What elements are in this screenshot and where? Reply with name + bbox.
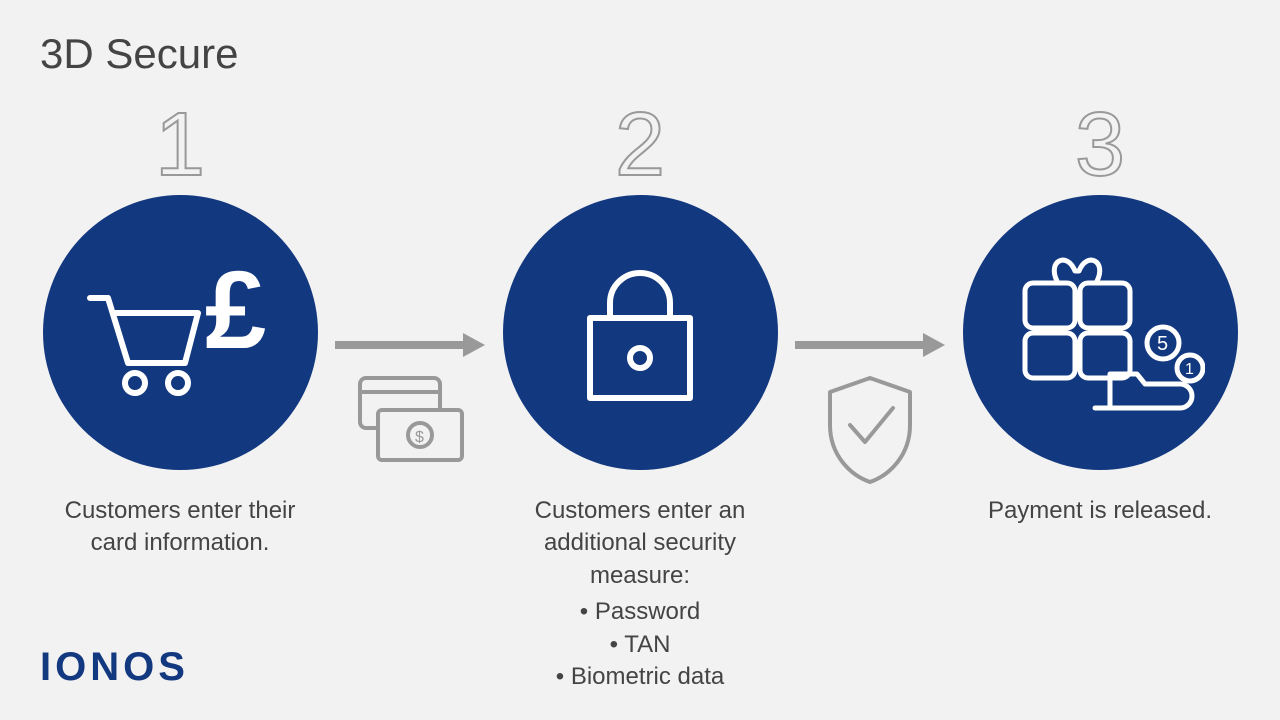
step-3-circle: 5 1 bbox=[963, 195, 1238, 470]
bullet-biometric: Biometric data bbox=[556, 661, 724, 693]
step-number-1: 1 bbox=[155, 100, 205, 190]
connector-1: $ bbox=[325, 330, 495, 470]
step-3: 3 5 1 bbox=[960, 100, 1240, 527]
gift-hand-icon: 5 1 bbox=[995, 233, 1205, 433]
svg-text:£: £ bbox=[205, 253, 266, 372]
cart-pound-icon: £ bbox=[80, 253, 280, 413]
svg-text:1: 1 bbox=[1185, 361, 1194, 378]
flow-row: 1 £ Customers enter their card informati… bbox=[0, 100, 1280, 693]
step-2-caption: Customers enter an additional security m… bbox=[500, 495, 780, 592]
step-number-3: 3 bbox=[1075, 100, 1125, 190]
shield-check-icon bbox=[815, 370, 925, 490]
arrow-right-icon bbox=[795, 330, 945, 360]
arrow-right-icon bbox=[335, 330, 485, 360]
brand-logo: IONOS bbox=[40, 645, 189, 690]
step-1-circle: £ bbox=[43, 195, 318, 470]
padlock-icon bbox=[565, 253, 715, 413]
step-2: 2 Customers enter an additional security… bbox=[500, 100, 780, 693]
bullet-tan: TAN bbox=[556, 629, 724, 661]
cards-money-icon: $ bbox=[350, 370, 470, 470]
step-1: 1 £ Customers enter their card informati… bbox=[40, 100, 320, 560]
step-3-caption: Payment is released. bbox=[988, 495, 1212, 527]
diagram-title: 3D Secure bbox=[40, 30, 238, 78]
step-2-circle bbox=[503, 195, 778, 470]
step-number-2: 2 bbox=[615, 100, 665, 190]
svg-text:$: $ bbox=[415, 429, 424, 446]
step-2-bullets: Password TAN Biometric data bbox=[556, 596, 724, 693]
svg-text:5: 5 bbox=[1157, 333, 1168, 355]
step-1-caption: Customers enter their card information. bbox=[40, 495, 320, 560]
bullet-password: Password bbox=[556, 596, 724, 628]
connector-2 bbox=[785, 330, 955, 490]
